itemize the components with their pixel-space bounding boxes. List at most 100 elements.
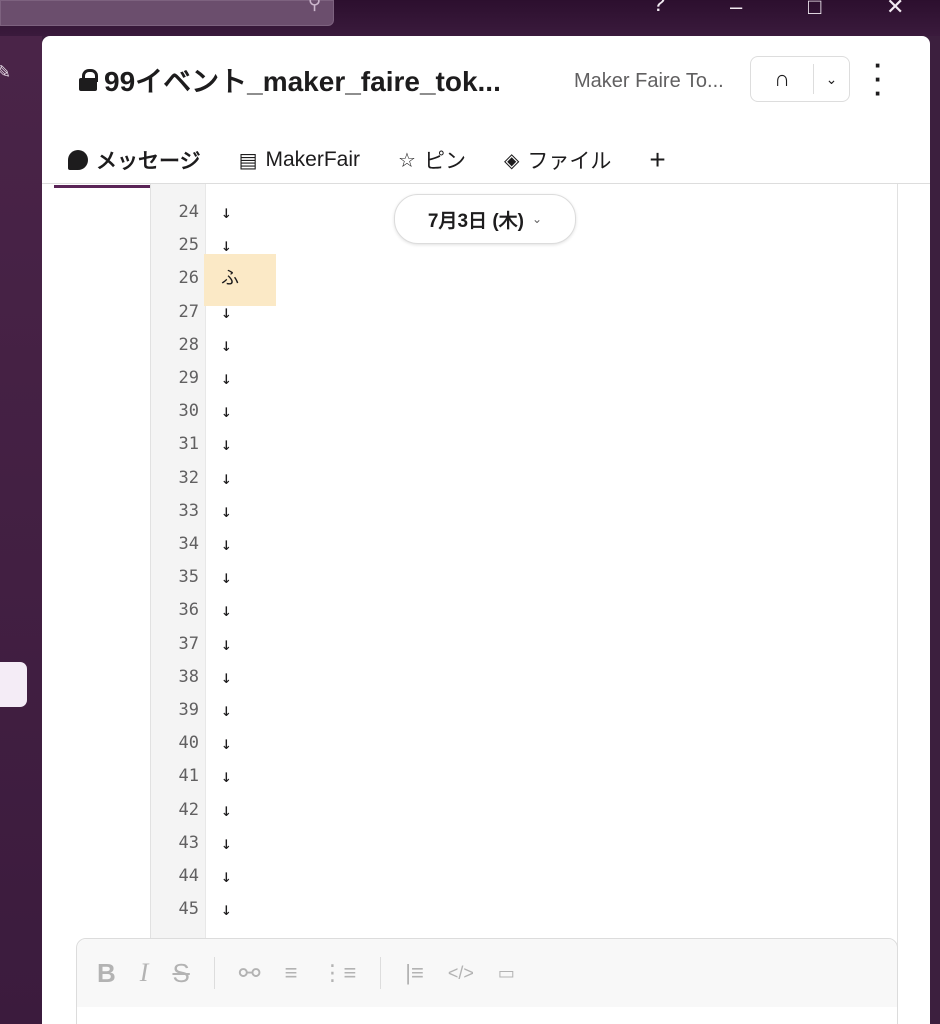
line-number: 32 <box>178 467 199 488</box>
line-text: ふ <box>221 268 239 290</box>
code-line: 34 ↓ <box>151 528 897 561</box>
line-number: 24 <box>178 202 199 222</box>
ordered-list-icon[interactable]: ≡ <box>285 958 298 988</box>
line-number: 38 <box>178 666 199 687</box>
line-text: ↓ <box>221 799 232 821</box>
tab-messages[interactable]: メッセージ <box>54 134 207 188</box>
line-text: ↓ <box>221 434 232 456</box>
date-divider-button[interactable]: 7月3日 (木) ⌄ <box>394 194 576 244</box>
sidebar-item-selected[interactable] <box>0 662 27 707</box>
search-icon: ⚲ <box>307 0 321 13</box>
line-number: 29 <box>178 368 199 388</box>
line-number: 26 <box>178 268 199 289</box>
code-line: 37 ↓ <box>151 628 897 661</box>
tab-label: ファイル <box>527 150 612 173</box>
channel-name: 99イベント_maker_faire_tok... <box>104 66 501 97</box>
sidebar: ✎ <box>0 36 42 1024</box>
lock-icon <box>78 69 98 91</box>
canvas-icon: ▤ <box>238 149 258 172</box>
code-block-icon[interactable]: ▭ <box>498 958 515 988</box>
channel-title[interactable]: 99イベント_maker_faire_tok... <box>78 60 501 100</box>
code-line: 26 ふ <box>151 262 897 295</box>
bulleted-list-icon[interactable]: ⋮≡ <box>321 958 356 988</box>
headphones-icon: ∩ <box>751 64 814 94</box>
line-number: 43 <box>178 832 199 853</box>
tab-pins[interactable]: ☆ ピン <box>398 134 466 186</box>
compose-icon[interactable]: ✎ <box>0 62 11 83</box>
line-number: 44 <box>178 866 199 886</box>
line-number: 41 <box>178 766 199 787</box>
message-composer[interactable]: B I S ⚯ ≡ ⋮≡ |≡ </> ▭ <box>76 938 898 1024</box>
code-line: 29 ↓ <box>151 362 897 395</box>
title-bar: ⚲ ? – □ ✕ <box>0 0 940 36</box>
line-text: ↓ <box>221 567 232 589</box>
line-text: ↓ <box>221 334 232 356</box>
line-text: ↓ <box>221 235 232 257</box>
channel-description[interactable]: Maker Faire To... <box>574 70 724 93</box>
line-number: 27 <box>178 301 199 322</box>
code-snippet: 24 ↓ 25 ↓ 26 ふ 27 ↓ 28 ↓ 29 ↓ 30 ↓ 31 ↓ 32 ↓ 33 ↓ 34 ↓ 35 ↓ 36 ↓ 3… <box>150 184 898 1024</box>
line-text: ↓ <box>221 500 232 522</box>
line-text: ↓ <box>221 700 232 721</box>
tab-files[interactable]: ◈ ファイル <box>504 134 611 186</box>
link-icon[interactable]: ⚯ <box>239 958 261 988</box>
chevron-down-icon: ⌄ <box>532 212 543 226</box>
line-number: 31 <box>178 434 199 455</box>
italic-icon[interactable]: I <box>140 958 149 988</box>
bold-icon[interactable]: B <box>97 958 116 988</box>
line-number: 42 <box>178 799 199 820</box>
line-number: 36 <box>178 600 199 621</box>
code-line: 40 ↓ <box>151 727 897 760</box>
line-text: ↓ <box>221 899 232 921</box>
code-line: 43 ↓ <box>151 827 897 860</box>
tab-label: ピン <box>423 150 466 173</box>
huddle-button[interactable]: ∩ ⌄ <box>750 56 850 102</box>
blockquote-icon[interactable]: |≡ <box>405 958 424 988</box>
line-text: ↓ <box>221 534 232 555</box>
tab-label: メッセージ <box>96 150 201 173</box>
line-number: 25 <box>178 235 199 256</box>
code-line: 31 ↓ <box>151 428 897 461</box>
code-icon[interactable]: </> <box>448 958 474 988</box>
line-number: 37 <box>178 633 199 654</box>
code-line: 27 ↓ <box>151 296 897 329</box>
code-line: 33 ↓ <box>151 495 897 528</box>
tab-canvas[interactable]: ▤ MakerFair <box>239 134 360 186</box>
message-bubble-icon <box>68 150 88 170</box>
date-label: 7月3日 (木) <box>427 210 524 232</box>
toolbar-separator <box>213 957 215 989</box>
strikethrough-icon[interactable]: S <box>172 958 189 988</box>
line-number: 33 <box>178 500 199 521</box>
code-line: 30 ↓ <box>151 395 897 428</box>
code-line: 42 ↓ <box>151 794 897 827</box>
line-number: 30 <box>178 401 199 422</box>
line-text: ↓ <box>221 301 232 323</box>
code-line: 32 ↓ <box>151 462 897 495</box>
chevron-down-icon[interactable]: ⌄ <box>814 71 849 88</box>
code-line: 41 ↓ <box>151 760 897 793</box>
line-number: 34 <box>178 534 199 554</box>
maximize-icon[interactable]: □ <box>808 0 821 20</box>
line-text: ↓ <box>221 866 232 887</box>
channel-tabs: メッセージ ▤ MakerFair ☆ ピン ◈ ファイル + <box>54 134 666 188</box>
formatting-toolbar: B I S ⚯ ≡ ⋮≡ |≡ </> ▭ <box>77 939 897 1007</box>
line-text: ↓ <box>221 666 232 688</box>
pin-icon: ☆ <box>398 149 416 172</box>
line-text: ↓ <box>221 832 232 854</box>
minimize-icon[interactable]: – <box>730 0 742 20</box>
line-text: ↓ <box>221 368 232 389</box>
line-text: ↓ <box>221 600 232 622</box>
line-number: 28 <box>178 334 199 355</box>
close-icon[interactable]: ✕ <box>886 0 904 20</box>
help-circle-icon[interactable]: ? <box>652 0 665 18</box>
line-text: ↓ <box>221 401 232 423</box>
code-line: 44 ↓ <box>151 860 897 893</box>
search-bar[interactable]: ⚲ <box>0 0 334 26</box>
line-number: 40 <box>178 733 199 754</box>
code-line: 35 ↓ <box>151 561 897 594</box>
code-line: 39 ↓ <box>151 694 897 727</box>
line-text: ↓ <box>221 766 232 788</box>
add-tab-icon[interactable]: + <box>649 134 665 186</box>
more-options-icon[interactable]: · · · <box>874 52 883 106</box>
code-line: 28 ↓ <box>151 329 897 362</box>
